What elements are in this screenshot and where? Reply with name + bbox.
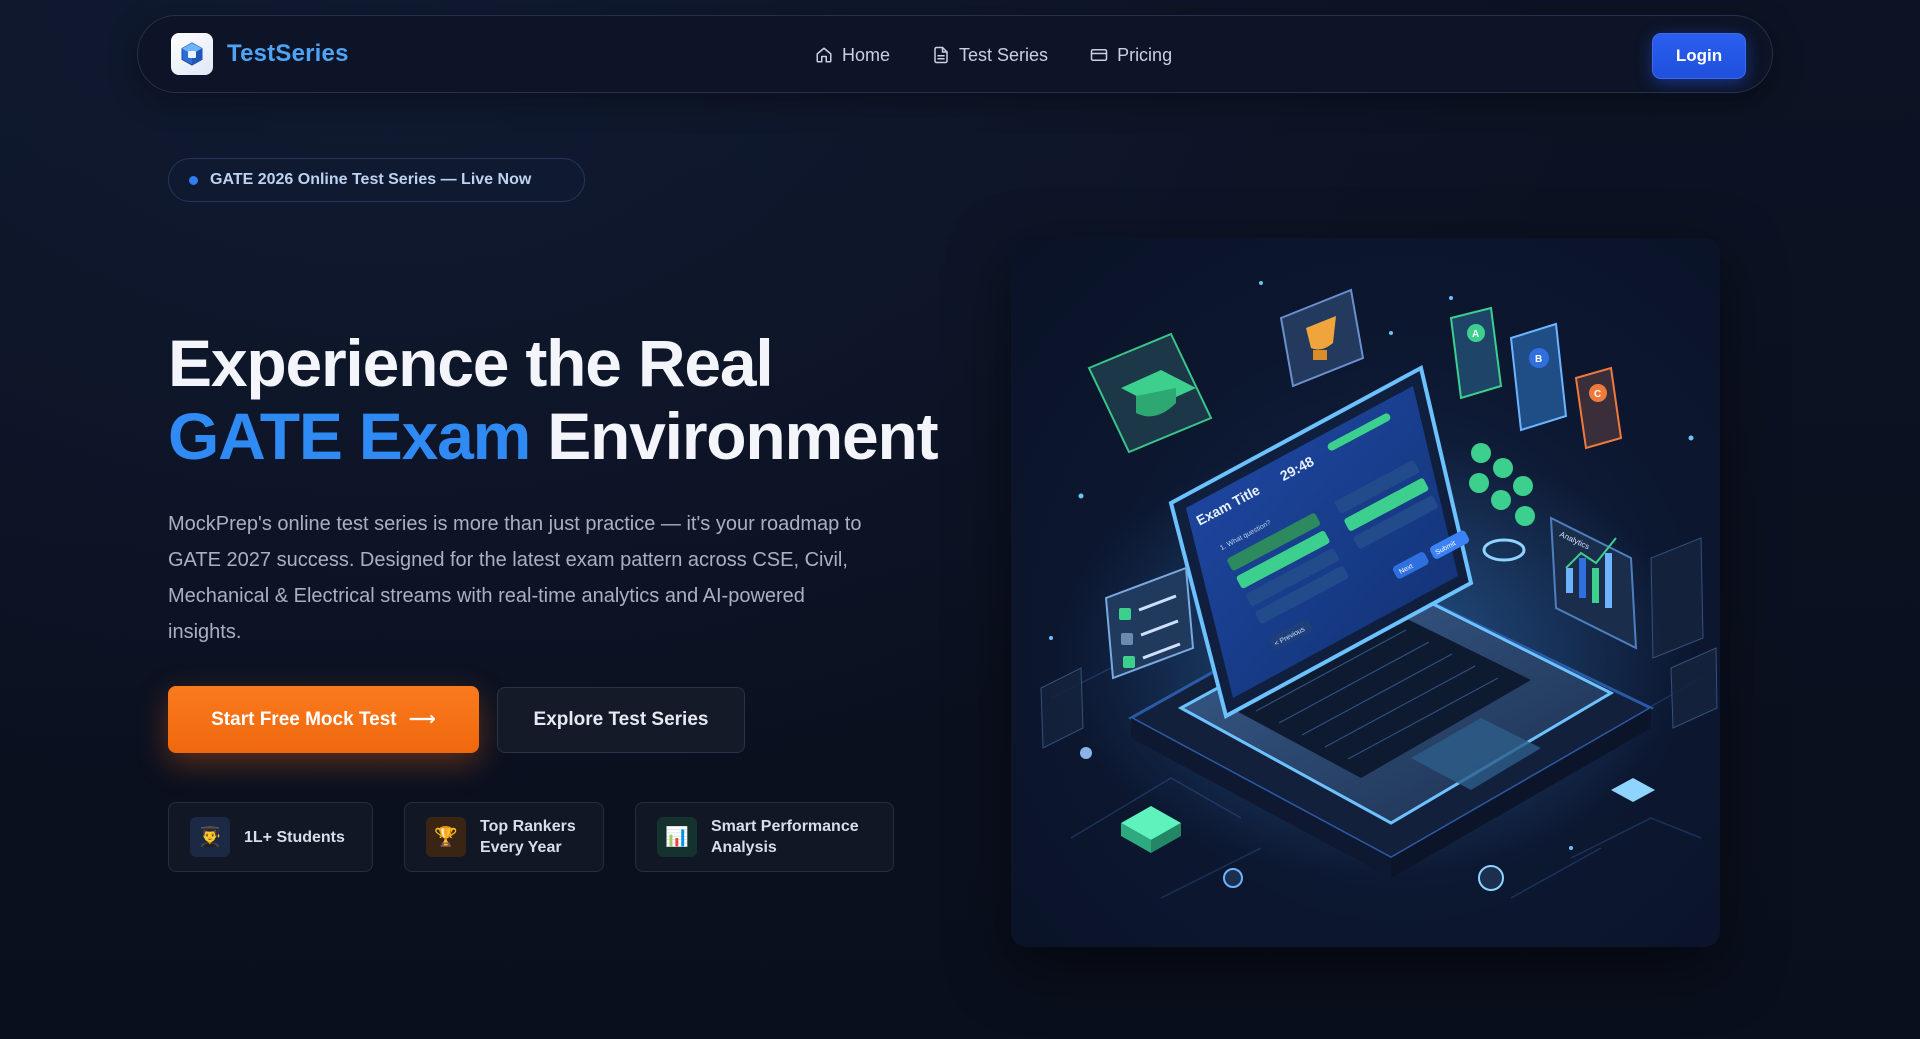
start-free-mock-test-button[interactable]: Start Free Mock Test ⟶ xyxy=(168,686,479,753)
logo-icon xyxy=(171,33,213,75)
feature-analysis: 📊 Smart Performance Analysis xyxy=(635,802,894,872)
feature-analysis-line2: Analysis xyxy=(711,839,777,856)
cta-primary-label: Start Free Mock Test xyxy=(211,708,397,730)
nav-home-label: Home xyxy=(842,44,891,65)
nav-links: Home Test Series Pricing xyxy=(815,16,1172,94)
feature-analysis-line1: Smart Performance xyxy=(711,818,859,835)
live-dot-icon xyxy=(189,175,198,185)
answer-cards: A B C xyxy=(1449,306,1623,450)
feature-analysis-label: Smart Performance Analysis xyxy=(711,816,859,858)
headline-line1: Experience the Real xyxy=(168,326,774,400)
arrow-right-icon: ⟶ xyxy=(408,709,436,730)
hero-headline: Experience the Real GATE Exam Environmen… xyxy=(168,326,939,473)
hero-illustration: Exam Title 29:48 1. What question? Next … xyxy=(1011,238,1720,947)
feature-students-label: 1L+ Students xyxy=(244,828,345,846)
feature-students: 👨‍🎓 1L+ Students xyxy=(168,802,373,872)
feature-rankers: 🏆 Top Rankers Every Year xyxy=(404,802,604,872)
home-icon xyxy=(816,47,832,63)
feature-rankers-line1: Top Rankers xyxy=(480,818,576,835)
student-icon: 👨‍🎓 xyxy=(190,817,230,857)
answer-a: A xyxy=(1472,329,1479,340)
headline-rest: Environment xyxy=(547,399,938,473)
brand[interactable]: TestSeries xyxy=(171,33,349,75)
answer-c: C xyxy=(1594,389,1601,400)
hero-description: MockPrep's online test series is more th… xyxy=(168,513,862,643)
nav-test-series[interactable]: Test Series xyxy=(932,45,1048,66)
trophy-icon xyxy=(1279,288,1365,388)
nav-test-series-label: Test Series xyxy=(959,44,1049,65)
nav-pricing[interactable]: Pricing xyxy=(1090,45,1172,66)
document-icon xyxy=(934,46,948,64)
feature-rankers-line2: Every Year xyxy=(480,839,562,856)
login-button[interactable]: Login xyxy=(1652,33,1746,79)
bar-chart-icon: 📊 xyxy=(657,817,697,857)
live-badge-text: GATE 2026 Online Test Series — Live Now xyxy=(210,171,532,188)
card-icon xyxy=(1090,49,1108,61)
live-badge: GATE 2026 Online Test Series — Live Now xyxy=(168,158,585,202)
brand-name: TestSeries xyxy=(227,40,349,67)
trophy-icon: 🏆 xyxy=(426,817,466,857)
feature-rankers-label: Top Rankers Every Year xyxy=(480,816,576,858)
explore-test-series-button[interactable]: Explore Test Series xyxy=(497,687,745,753)
nav-home[interactable]: Home xyxy=(815,45,890,66)
answer-b: B xyxy=(1535,354,1542,365)
headline-accent: GATE Exam xyxy=(168,399,531,473)
navbar: TestSeries Home Test Series Pricing Logi… xyxy=(137,15,1773,93)
nav-pricing-label: Pricing xyxy=(1117,44,1173,65)
laptop-illustration: Exam Title 29:48 1. What question? Next … xyxy=(1040,281,1718,899)
graduation-cap-icon xyxy=(1087,332,1213,454)
